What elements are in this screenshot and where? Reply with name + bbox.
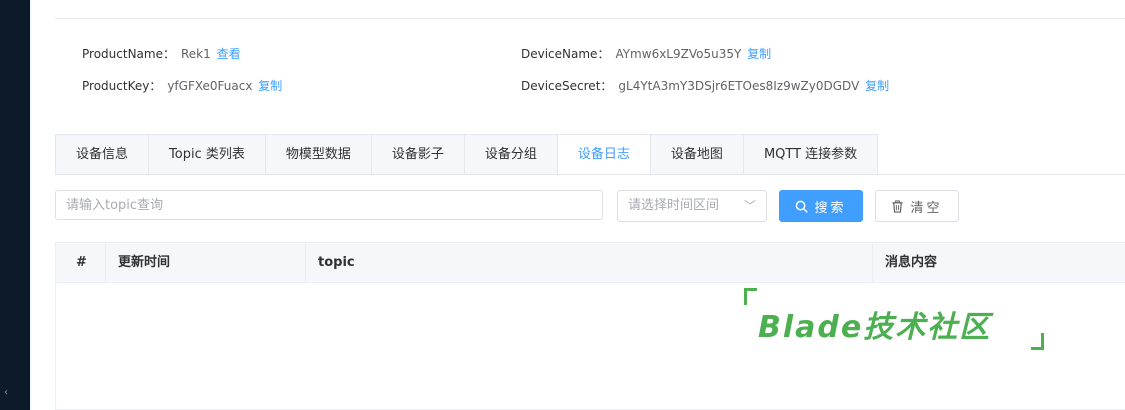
product-key-label: ProductKey： <box>82 79 162 93</box>
tab-device-group[interactable]: 设备分组 <box>463 135 557 175</box>
watermark-text: Blade技术社区 <box>758 310 992 345</box>
tabs-divider <box>55 174 1125 175</box>
column-header-message: 消息内容 <box>885 255 938 270</box>
table-header: # 更新时间 topic 消息内容 <box>56 243 1125 283</box>
column-header-topic: topic <box>306 243 873 282</box>
device-name-label: DeviceName： <box>521 47 610 61</box>
tab-device-info[interactable]: 设备信息 <box>56 135 148 175</box>
device-secret-value: gL4YtA3mY3DSjr6ETOes8Iz9wZy0DGDV <box>618 79 860 93</box>
device-secret-label: DeviceSecret： <box>521 79 613 93</box>
search-button-label: 搜索 <box>814 200 847 216</box>
device-name-value: AYmw6xL9ZVo5u35Y <box>615 47 742 61</box>
search-icon <box>796 200 809 213</box>
date-range-select[interactable]: 请选择时间区间 ﹀ <box>617 190 767 222</box>
watermark-corner-tl <box>744 288 757 305</box>
product-name-row: ProductName： Rek1 查看 <box>82 45 241 62</box>
chevron-down-icon: ﹀ <box>743 199 756 213</box>
sidebar-collapse-icon[interactable]: ‹ <box>4 387 8 398</box>
clear-button-label: 清空 <box>910 200 943 216</box>
main-panel: ProductName： Rek1 查看 DeviceName： AYmw6xL9Z… <box>31 0 1125 410</box>
trash-icon <box>892 199 904 213</box>
product-view-link[interactable]: 查看 <box>217 47 241 61</box>
topic-search-input[interactable] <box>55 190 603 220</box>
tab-device-log[interactable]: 设备日志 <box>556 135 650 176</box>
clear-button[interactable]: 清空 <box>875 190 959 222</box>
divider <box>55 18 1125 19</box>
product-key-row: ProductKey： yfGFXe0Fuacx 复制 <box>82 77 282 94</box>
column-header-update-time: 更新时间 <box>106 243 306 282</box>
sidebar: ‹ <box>0 0 30 410</box>
date-range-placeholder: 请选择时间区间 <box>628 198 720 213</box>
device-secret-row: DeviceSecret： gL4YtA3mY3DSjr6ETOes8Iz9wZy… <box>521 77 889 94</box>
device-name-copy-link[interactable]: 复制 <box>747 47 771 61</box>
product-key-value: yfGFXe0Fuacx <box>167 79 253 93</box>
tab-mqtt-params[interactable]: MQTT 连接参数 <box>742 135 877 175</box>
watermark-logo: Blade技术社区 <box>744 288 1044 350</box>
product-key-copy-link[interactable]: 复制 <box>258 79 282 93</box>
device-name-row: DeviceName： AYmw6xL9ZVo5u35Y 复制 <box>521 45 771 62</box>
tab-thing-model[interactable]: 物模型数据 <box>264 135 371 175</box>
tab-bar: 设备信息 Topic 类列表 物模型数据 设备影子 设备分组 设备日志 设备地图… <box>55 134 879 176</box>
tab-device-shadow[interactable]: 设备影子 <box>370 135 464 175</box>
device-secret-copy-link[interactable]: 复制 <box>865 79 889 93</box>
watermark-corner-br <box>1031 333 1044 350</box>
search-button[interactable]: 搜索 <box>779 190 863 222</box>
column-header-index: # <box>56 243 106 282</box>
tab-topic-list[interactable]: Topic 类列表 <box>148 135 265 175</box>
product-name-label: ProductName： <box>82 47 175 61</box>
tab-device-map[interactable]: 设备地图 <box>649 135 743 175</box>
product-name-value: Rek1 <box>180 47 211 61</box>
